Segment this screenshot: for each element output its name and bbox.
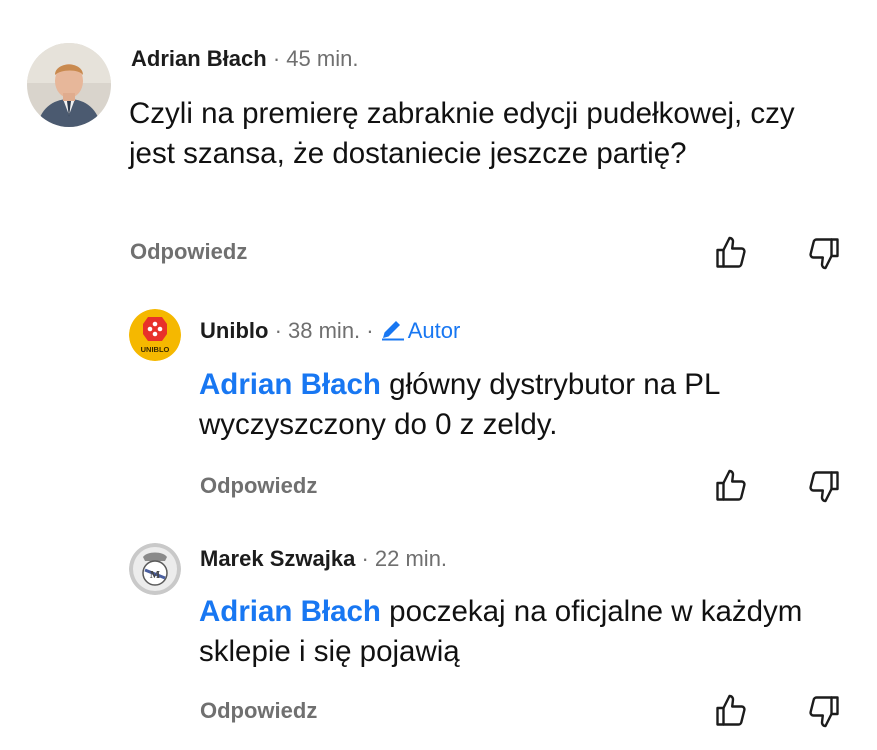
like-button[interactable] bbox=[711, 233, 751, 273]
comment-text: Adrian Błach poczekaj na oficjalne w każ… bbox=[199, 592, 839, 672]
like-button[interactable] bbox=[711, 466, 751, 506]
author-badge-label: Autor bbox=[407, 318, 461, 343]
thumbs-up-icon bbox=[716, 236, 746, 268]
author-name[interactable]: Adrian Błach bbox=[131, 46, 267, 71]
reply-button[interactable]: Odpowiedz bbox=[200, 472, 317, 500]
meta-separator: · bbox=[274, 318, 282, 343]
comment-meta: Adrian Błach · 45 min. bbox=[131, 45, 358, 73]
thumbs-down-icon bbox=[809, 471, 839, 503]
avatar-crest-icon: M bbox=[129, 543, 181, 595]
uniblo-logo-icon: UNIBLO bbox=[129, 309, 181, 361]
comment-time[interactable]: 45 min. bbox=[286, 46, 358, 71]
dislike-button[interactable] bbox=[804, 233, 844, 273]
thumbs-down-icon bbox=[809, 696, 839, 728]
avatar-photo-adrian bbox=[27, 43, 111, 127]
meta-separator: · bbox=[366, 318, 374, 343]
comment-time[interactable]: 38 min. bbox=[288, 318, 360, 343]
avatar-uniblo[interactable]: UNIBLO bbox=[129, 309, 181, 361]
pencil-icon bbox=[381, 321, 404, 341]
mention-link[interactable]: Adrian Błach bbox=[199, 595, 381, 628]
author-name[interactable]: Uniblo bbox=[200, 318, 268, 343]
comment-time[interactable]: 22 min. bbox=[375, 546, 447, 571]
author-badge: Autor bbox=[380, 318, 461, 343]
meta-separator: · bbox=[361, 546, 369, 571]
meta-separator: · bbox=[272, 46, 281, 71]
avatar-adrian[interactable] bbox=[27, 43, 111, 127]
thumbs-down-icon bbox=[809, 238, 839, 270]
mention-link[interactable]: Adrian Błach bbox=[199, 368, 381, 401]
comment-text: Czyli na premierę zabraknie edycji pudeł… bbox=[129, 94, 829, 174]
reply-button[interactable]: Odpowiedz bbox=[130, 238, 247, 266]
reply-button[interactable]: Odpowiedz bbox=[200, 697, 317, 725]
thumbs-up-icon bbox=[716, 694, 746, 726]
svg-text:M: M bbox=[150, 569, 161, 581]
thumbs-up-icon bbox=[716, 469, 746, 501]
dislike-button[interactable] bbox=[804, 691, 844, 731]
like-button[interactable] bbox=[711, 691, 751, 731]
comment-meta: Uniblo · 38 min. · Autor bbox=[200, 317, 460, 345]
author-name[interactable]: Marek Szwajka bbox=[200, 546, 355, 571]
comment-text: Adrian Błach główny dystrybutor na PL wy… bbox=[199, 365, 849, 445]
avatar-marek[interactable]: M bbox=[129, 543, 181, 595]
dislike-button[interactable] bbox=[804, 466, 844, 506]
comment-body: Czyli na premierę zabraknie edycji pudeł… bbox=[129, 97, 795, 170]
comment-meta: Marek Szwajka · 22 min. bbox=[200, 545, 447, 573]
svg-text:UNIBLO: UNIBLO bbox=[141, 345, 170, 354]
